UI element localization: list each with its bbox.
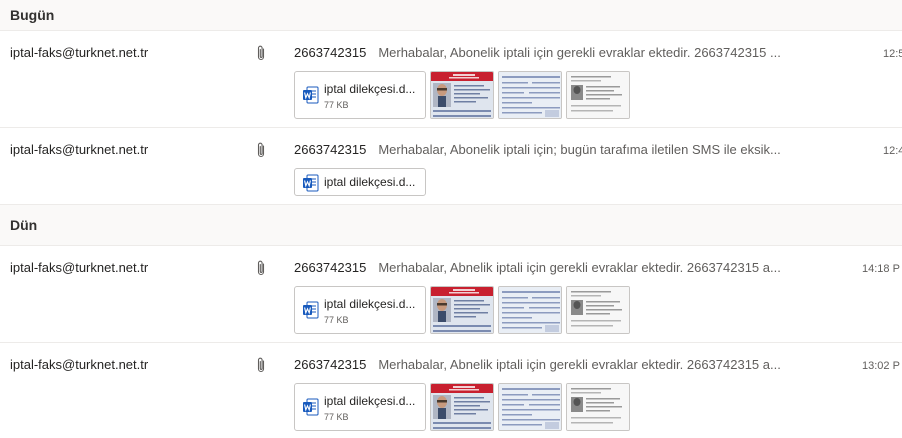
subject: 2663742315: [294, 260, 367, 275]
attachment-document[interactable]: iptal dilekçesi.d... 77 KB: [294, 286, 426, 334]
attachment-image-id-card[interactable]: [430, 286, 494, 334]
attachment-image-id-card[interactable]: [430, 383, 494, 431]
attachment-document[interactable]: iptal dilekçesi.d...: [294, 168, 426, 196]
attachment-list: iptal dilekçesi.d... 77 KB: [294, 71, 630, 119]
scan-thumbnail: [567, 384, 630, 431]
attachment-list: iptal dilekçesi.d... 77 KB: [294, 286, 630, 334]
id-card-thumbnail: [431, 287, 494, 334]
group-label: Dün: [10, 217, 38, 233]
attachment-image-form[interactable]: [498, 286, 562, 334]
scan-thumbnail: [567, 72, 630, 119]
attachment-size: 77 KB: [324, 412, 349, 422]
sender: iptal-faks@turknet.net.tr: [10, 45, 149, 60]
message-row[interactable]: iptal-faks@turknet.net.tr 2663742315 Merh…: [0, 31, 902, 128]
subject-line: 2663742315 Merhabalar, Abonelik iptali iç…: [294, 142, 830, 157]
paperclip-icon: [255, 356, 267, 374]
group-label: Bugün: [10, 7, 55, 23]
message-row[interactable]: iptal-faks@turknet.net.tr 2663742315 Merh…: [0, 246, 902, 343]
paperclip-icon: [255, 259, 267, 277]
attachment-image-scan[interactable]: [566, 286, 630, 334]
attachment-image-form[interactable]: [498, 71, 562, 119]
attachment-document[interactable]: iptal dilekçesi.d... 77 KB: [294, 383, 426, 431]
attachment-document[interactable]: iptal dilekçesi.d... 77 KB: [294, 71, 426, 119]
subject: 2663742315: [294, 142, 367, 157]
preview-text: Merhabalar, Abnelik iptali için gerekli …: [378, 357, 781, 372]
id-card-thumbnail: [431, 384, 494, 431]
message-row[interactable]: iptal-faks@turknet.net.tr 2663742315 Merh…: [0, 128, 902, 205]
form-thumbnail: [499, 287, 562, 334]
attachment-name: iptal dilekçesi.d...: [324, 82, 416, 96]
word-document-icon: [303, 174, 319, 192]
preview-text: Merhabalar, Abnelik iptali için gerekli …: [378, 260, 781, 275]
word-document-icon: [303, 301, 319, 319]
attachment-image-scan[interactable]: [566, 383, 630, 431]
word-document-icon: [303, 398, 319, 416]
subject-line: 2663742315 Merhabalar, Abnelik iptali içi…: [294, 260, 830, 275]
sender: iptal-faks@turknet.net.tr: [10, 142, 149, 157]
preview-text: Merhabalar, Abonelik iptali için; bugün …: [378, 142, 781, 157]
paperclip-icon: [255, 44, 267, 62]
scan-thumbnail: [567, 287, 630, 334]
attachment-name: iptal dilekçesi.d...: [324, 175, 416, 189]
message-row[interactable]: iptal-faks@turknet.net.tr 2663742315 Merh…: [0, 343, 902, 438]
subject: 2663742315: [294, 45, 367, 60]
sender: iptal-faks@turknet.net.tr: [10, 260, 149, 275]
attachment-size: 77 KB: [324, 315, 349, 325]
preview-text: Merhabalar, Abonelik iptali için gerekli…: [378, 45, 781, 60]
form-thumbnail: [499, 72, 562, 119]
received-time: 14:18 P: [862, 263, 900, 275]
attachment-size: 77 KB: [324, 100, 349, 110]
attachment-list: iptal dilekçesi.d...: [294, 168, 426, 196]
attachment-image-scan[interactable]: [566, 71, 630, 119]
id-card-thumbnail: [431, 72, 494, 119]
received-time: 12:5: [883, 48, 902, 60]
attachment-list: iptal dilekçesi.d... 77 KB: [294, 383, 630, 431]
attachment-image-id-card[interactable]: [430, 71, 494, 119]
subject: 2663742315: [294, 357, 367, 372]
group-header-yesterday: Dün: [0, 205, 902, 246]
form-thumbnail: [499, 384, 562, 431]
attachment-name: iptal dilekçesi.d...: [324, 394, 416, 408]
group-header-today: Bugün: [0, 0, 902, 31]
attachment-image-form[interactable]: [498, 383, 562, 431]
attachment-name: iptal dilekçesi.d...: [324, 297, 416, 311]
received-time: 12:4: [883, 145, 902, 157]
sender: iptal-faks@turknet.net.tr: [10, 357, 149, 372]
subject-line: 2663742315 Merhabalar, Abonelik iptali iç…: [294, 45, 830, 60]
subject-line: 2663742315 Merhabalar, Abnelik iptali içi…: [294, 357, 830, 372]
word-document-icon: [303, 86, 319, 104]
paperclip-icon: [255, 141, 267, 159]
received-time: 13:02 P: [862, 360, 900, 372]
